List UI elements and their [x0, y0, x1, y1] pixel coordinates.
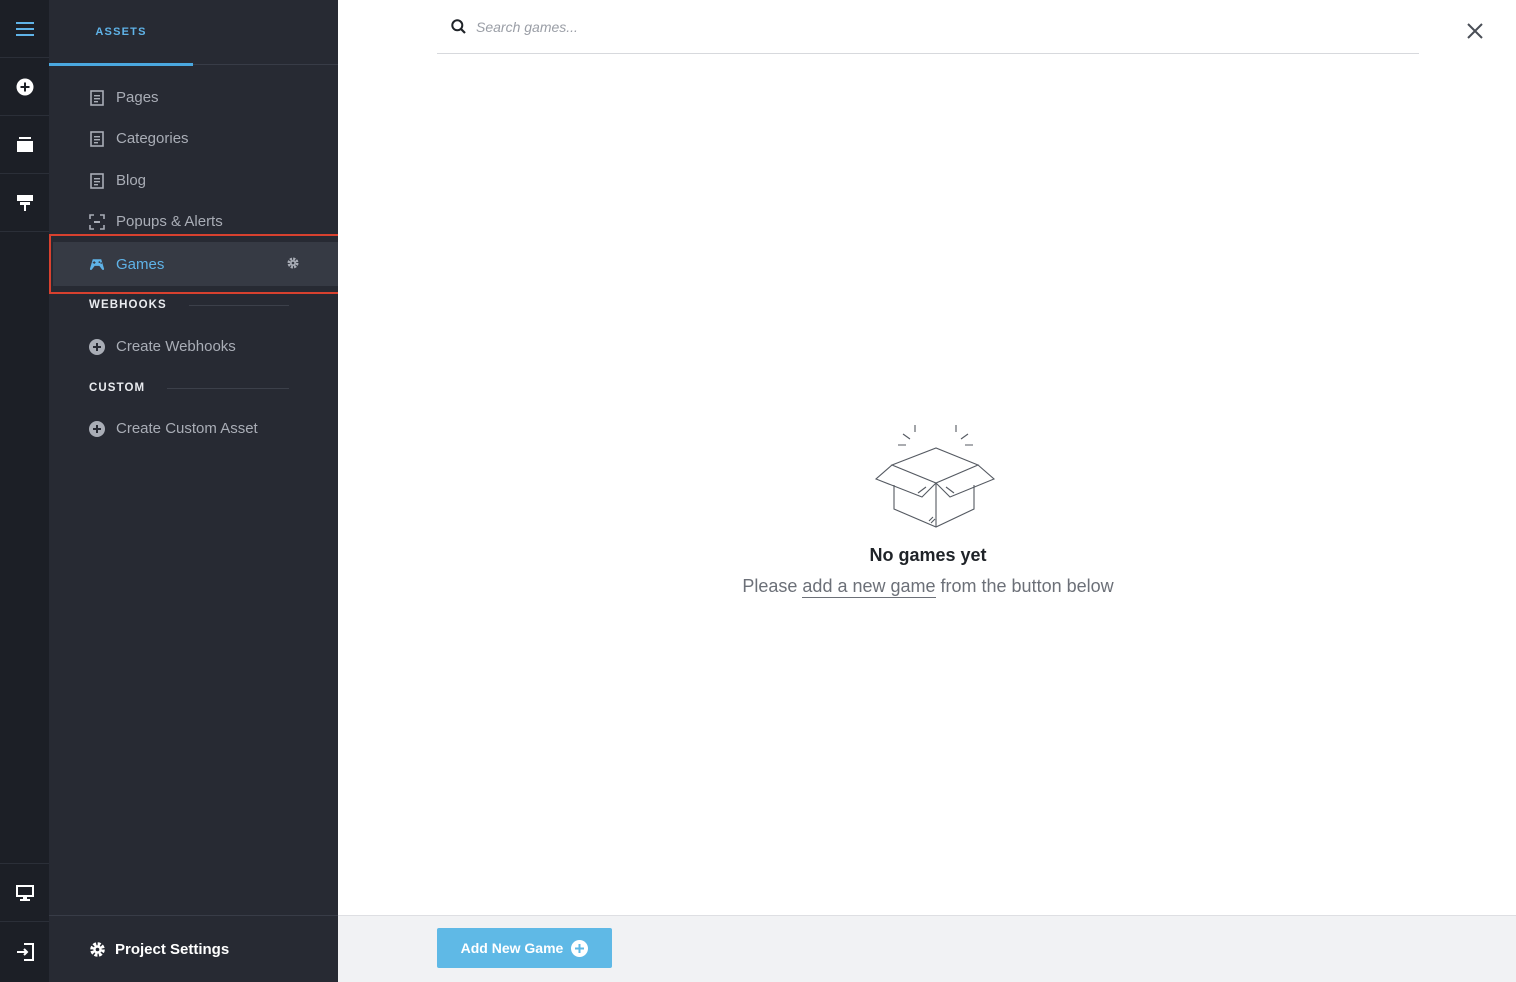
sidebar-item-label: Popups & Alerts — [116, 213, 223, 230]
icon-rail — [0, 0, 49, 982]
search-bar — [437, 0, 1419, 54]
sidebar-item-label: Create Webhooks — [116, 338, 236, 355]
empty-state: No games yet Please add a new game from … — [678, 425, 1178, 598]
empty-state-subtitle: Please add a new game from the button be… — [678, 576, 1178, 598]
page-icon — [89, 172, 105, 189]
sidebar-item-label: Pages — [116, 89, 159, 106]
assets-panel: ASSETS Pages Categories Blog Popups & Al — [49, 0, 338, 982]
add-circle-icon — [16, 78, 33, 95]
search-input[interactable] — [476, 18, 1276, 35]
sidebar-item-pages[interactable]: Pages — [89, 77, 329, 118]
project-settings-button[interactable]: Project Settings — [49, 915, 338, 982]
section-header-label: CUSTOM — [89, 382, 146, 394]
divider — [188, 304, 289, 306]
integrations-button[interactable] — [0, 174, 49, 232]
create-webhooks-item[interactable]: Create Webhooks — [89, 326, 329, 367]
main-content: No games yet Please add a new game from … — [338, 0, 1516, 982]
close-button[interactable] — [1466, 22, 1488, 44]
exit-icon — [16, 943, 34, 961]
page-icon — [89, 130, 105, 147]
close-icon — [1467, 23, 1483, 39]
footer-bar: Add New Game — [338, 915, 1516, 982]
menu-button[interactable] — [0, 0, 49, 58]
sidebar-item-label: Create Custom Asset — [116, 420, 258, 437]
games-settings-gear-icon[interactable] — [286, 256, 300, 274]
add-circle-icon — [571, 939, 589, 957]
app-window: ASSETS Pages Categories Blog Popups & Al — [0, 0, 1516, 982]
desktop-icon — [15, 884, 34, 901]
section-header-custom: CUSTOM — [89, 378, 289, 398]
gear-icon — [89, 941, 106, 958]
sidebar-item-popups-alerts[interactable]: Popups & Alerts — [89, 201, 329, 242]
layers-icon — [16, 137, 33, 152]
layers-button[interactable] — [0, 116, 49, 174]
add-new-game-button[interactable]: Add New Game — [437, 928, 612, 968]
plug-icon — [16, 194, 33, 211]
search-icon — [451, 19, 466, 34]
add-element-button[interactable] — [0, 58, 49, 116]
page-icon — [89, 89, 105, 106]
section-header-webhooks: WEBHOOKS — [89, 295, 289, 315]
sidebar-item-categories[interactable]: Categories — [89, 118, 329, 159]
preview-button[interactable] — [0, 863, 49, 921]
panel-tabbar: ASSETS — [49, 0, 338, 66]
sidebar-item-games[interactable]: Games — [53, 242, 338, 286]
add-circle-icon — [89, 338, 105, 355]
divider — [167, 387, 289, 389]
empty-box-icon — [874, 425, 996, 528]
empty-state-title: No games yet — [869, 545, 987, 565]
hamburger-menu-icon — [15, 21, 34, 36]
project-settings-label: Project Settings — [115, 940, 230, 958]
sidebar-item-label: Categories — [116, 130, 189, 147]
sidebar-item-blog[interactable]: Blog — [89, 160, 329, 201]
gamepad-icon — [89, 256, 105, 272]
popup-icon — [89, 213, 105, 230]
add-new-game-link[interactable]: add a new game — [802, 576, 936, 598]
tab-assets[interactable]: ASSETS — [49, 0, 193, 66]
sidebar-item-label: Blog — [116, 172, 147, 189]
empty-post-text: from the button below — [935, 576, 1114, 596]
add-new-game-label: Add New Game — [460, 940, 564, 956]
add-circle-icon — [89, 420, 105, 437]
sidebar-item-label: Games — [116, 255, 165, 273]
empty-pre-text: Please — [742, 576, 803, 596]
exit-button[interactable] — [0, 921, 49, 982]
section-header-label: WEBHOOKS — [89, 299, 167, 311]
create-custom-asset-item[interactable]: Create Custom Asset — [89, 408, 329, 449]
